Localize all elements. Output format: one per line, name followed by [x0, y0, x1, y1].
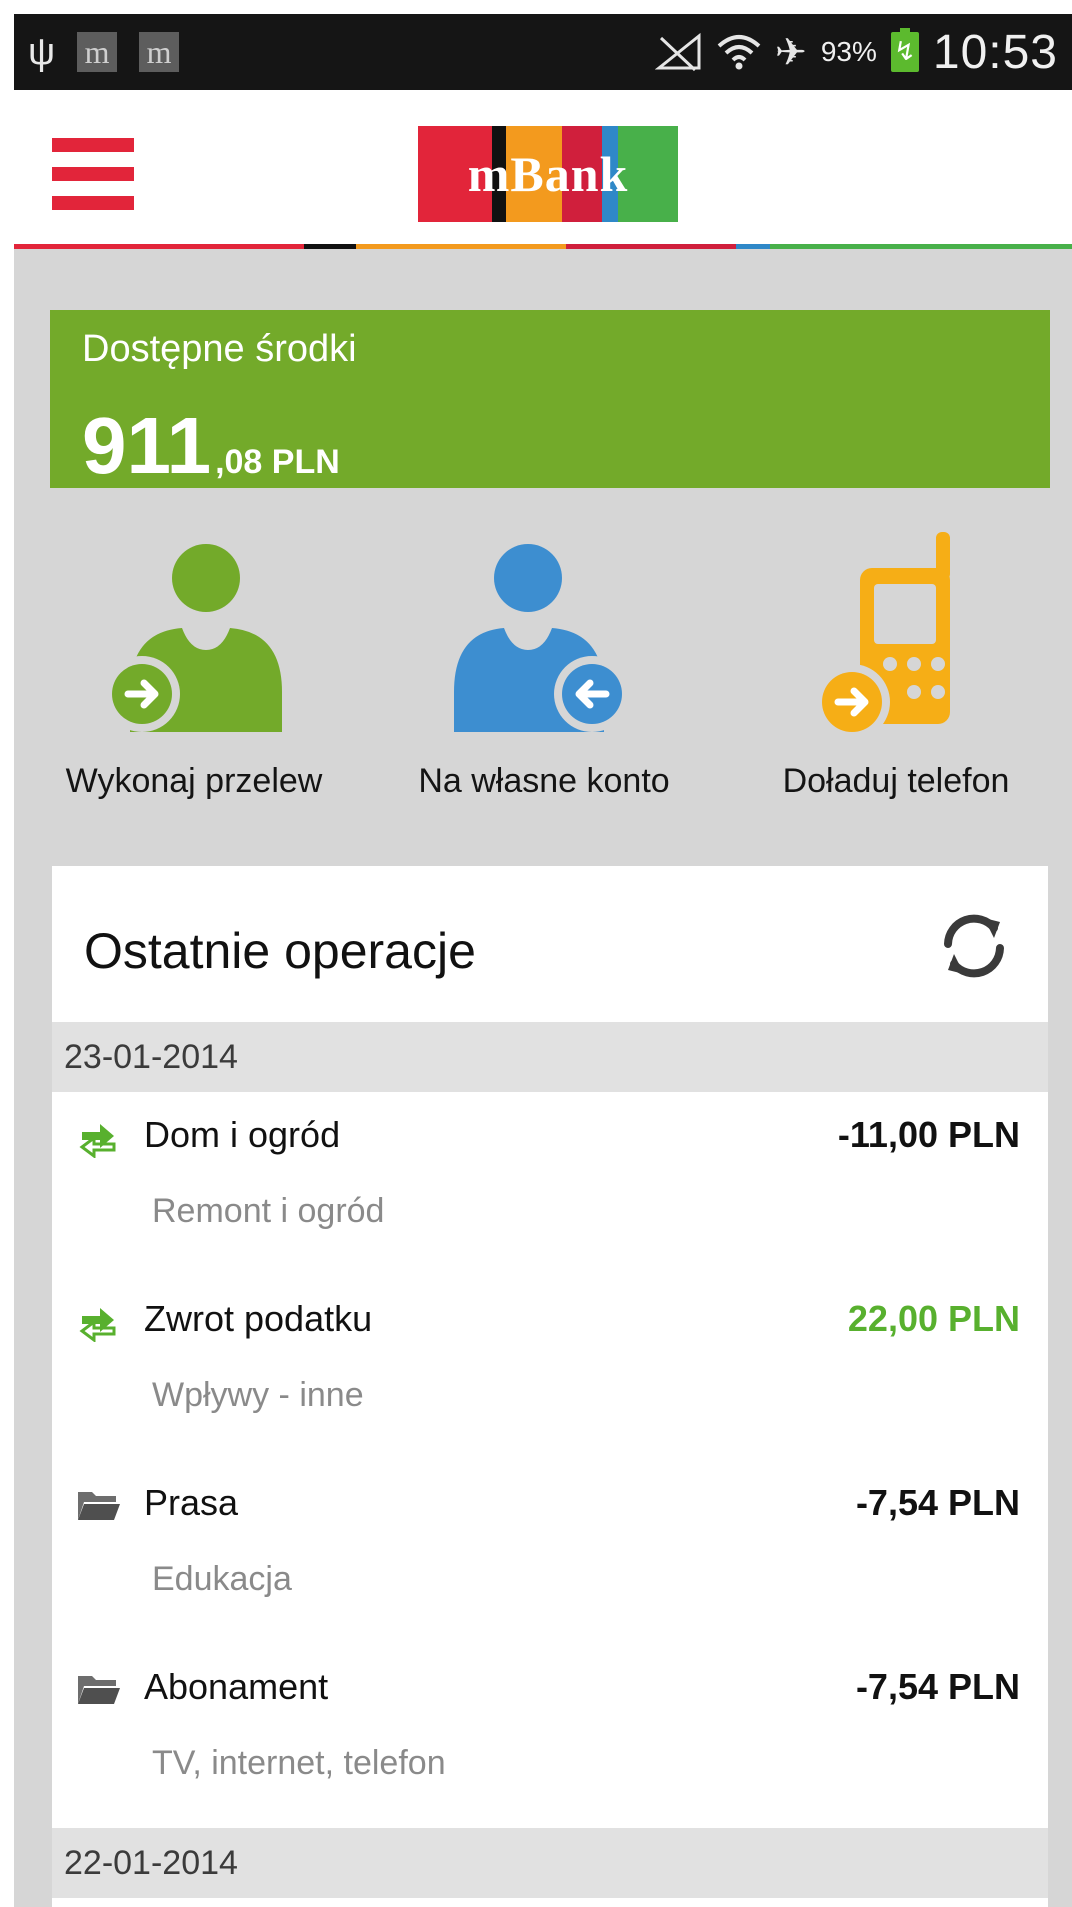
operation-row[interactable] [52, 1898, 1048, 1907]
operation-name: Dom i ogród [144, 1114, 341, 1155]
operation-category: Wpływy - inne [152, 1376, 364, 1414]
folder-icon [78, 1492, 120, 1520]
status-bar-left: ψ m m [28, 14, 180, 90]
battery-percent: 93% [820, 36, 877, 67]
operation-row[interactable]: Dom i ogród -11,00 PLN Remont i ogród [52, 1092, 1048, 1278]
wifi-icon [717, 35, 761, 70]
transfer-arrows-icon [79, 1124, 116, 1158]
folder-icon [78, 1676, 120, 1704]
usb-icon: ψ [28, 30, 56, 73]
own-account-label: Na własne konto [418, 762, 670, 800]
refresh-icon[interactable] [932, 904, 1016, 988]
balance-amount-integer: 911 [82, 401, 212, 490]
date-label: 23-01-2014 [64, 1038, 238, 1076]
operation-row[interactable]: Zwrot podatku 22,00 PLN Wpływy - inne [52, 1276, 1048, 1462]
phone-topup-button[interactable]: Doładuj telefon [746, 532, 1046, 822]
person-own-account-icon [454, 544, 630, 732]
airplane-mode-icon: ✈ [774, 31, 807, 74]
balance-label: Dostępne środki [82, 328, 357, 370]
operation-category: TV, internet, telefon [152, 1744, 446, 1782]
balance-amount-decimal: ,08 PLN [215, 443, 340, 481]
hamburger-menu-icon[interactable] [52, 138, 134, 210]
status-bar-right: ✈ 93% ↯ 10:53 [654, 14, 1058, 90]
clock: 10:53 [932, 25, 1058, 79]
operation-amount: 22,00 PLN [847, 1298, 1020, 1339]
available-balance-panel[interactable]: Dostępne środki 911 ,08 PLN [50, 310, 1050, 490]
operation-name: Prasa [144, 1482, 239, 1523]
transfer-arrows-icon [79, 1308, 116, 1342]
phone-topup-label: Doładuj telefon [782, 762, 1010, 800]
date-header: 23-01-2014 [52, 1022, 1048, 1092]
person-transfer-icon [104, 544, 282, 732]
status-bar: ψ m m ✈ 93% ↯ 10:53 [14, 14, 1072, 90]
header-color-strip [14, 244, 1072, 249]
transfer-arrows-icon [76, 1902, 120, 1907]
recent-operations-title: Ostatnie operacje [84, 923, 476, 979]
app-header: mBank [14, 90, 1072, 249]
operation-row[interactable]: Abonament -7,54 PLN TV, internet, telefo… [52, 1644, 1048, 1828]
operation-amount: -7,54 PLN [855, 1666, 1020, 1707]
operation-amount: -11,00 PLN [837, 1114, 1020, 1155]
operation-amount: -7,54 PLN [855, 1482, 1020, 1523]
phone-topup-icon [814, 532, 950, 740]
own-account-button[interactable]: Na własne konto [394, 532, 694, 822]
mbank-notification-icon: m [77, 32, 118, 72]
battery-charging-icon: ↯ [890, 28, 919, 72]
recent-operations-card: Ostatnie operacje 23-01-2014 Dom i ogród… [52, 866, 1048, 1907]
date-label: 22-01-2014 [64, 1844, 238, 1882]
date-header: 22-01-2014 [52, 1828, 1048, 1898]
operation-name: Zwrot podatku [144, 1298, 373, 1339]
operation-row[interactable]: Prasa -7,54 PLN Edukacja [52, 1460, 1048, 1646]
screen: ψ m m ✈ 93% ↯ 10:53 mBank Dostępne środk… [14, 14, 1072, 1907]
operation-category: Remont i ogród [152, 1192, 385, 1230]
operation-category: Edukacja [152, 1560, 292, 1598]
operation-name: Abonament [144, 1666, 329, 1707]
no-signal-icon [654, 32, 701, 72]
logo-text: mBank [467, 146, 629, 202]
transfer-label: Wykonaj przelew [65, 762, 323, 800]
balance-amount: 911 ,08 PLN [82, 400, 340, 492]
transfer-button[interactable]: Wykonaj przelew [44, 532, 344, 822]
mbank-logo: mBank [418, 126, 678, 222]
mbank-notification-icon: m [139, 32, 180, 72]
